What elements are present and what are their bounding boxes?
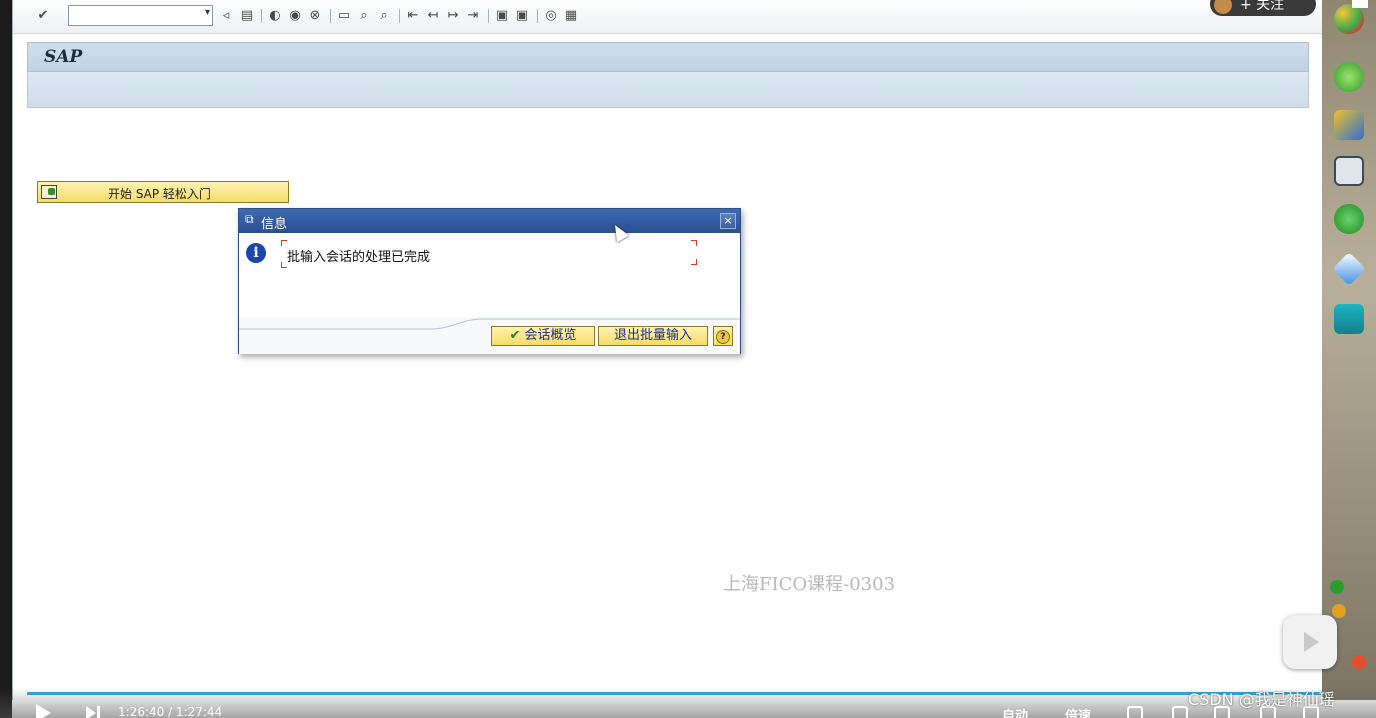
command-field[interactable]: ▾ — [68, 5, 213, 26]
help-button[interactable]: ? — [713, 326, 733, 346]
toolbar-divider — [399, 9, 400, 23]
tray-shield-icon[interactable] — [1330, 580, 1344, 594]
toolbar-divider — [261, 9, 262, 23]
desktop-app-icon[interactable] — [1334, 304, 1364, 334]
tray-app-icon[interactable] — [1332, 604, 1346, 618]
session-overview-label: 会话概览 — [524, 328, 577, 343]
next-icon-bar — [97, 706, 100, 718]
next-icon[interactable] — [86, 706, 96, 718]
desktop-app-icon[interactable] — [1332, 252, 1366, 286]
enter-document-icon — [41, 185, 57, 199]
dialog-title: 信息 — [261, 217, 288, 232]
corner-icon — [1352, 0, 1368, 8]
desktop-app-icon[interactable] — [1334, 62, 1364, 92]
print-icon[interactable]: ▭ — [336, 8, 352, 24]
first-page-icon[interactable]: ⇤ — [405, 8, 421, 24]
toolbar-divider — [537, 9, 538, 23]
follow-button[interactable]: + 关注 — [1210, 0, 1316, 16]
exit-batch-input-button[interactable]: 退出批量输入 — [598, 326, 708, 346]
enter-icon[interactable]: ✔ — [35, 8, 51, 24]
toolbar-divider — [488, 9, 489, 23]
video-progress-bar[interactable] — [27, 692, 1322, 695]
start-button-label: 开始 SAP 轻松入门 — [108, 187, 211, 201]
info-icon: i — [246, 243, 266, 263]
help-icon: ? — [716, 330, 730, 344]
wifi-icon[interactable] — [1334, 204, 1364, 234]
information-dialog: ⧉ 信息 × i 批输入会话的处理已完成 ✔ 会话概览 退出批量输入 ? — [238, 208, 741, 354]
focus-corner — [691, 259, 697, 265]
sap-window: ✔ ▾ ◃ ▤ ◐ ◉ ⊗ ▭ ⌕ ⌕ ⇤ ↤ ↦ ⇥ ▣ ▣ ◎ ▦ SAP … — [12, 0, 1323, 700]
csdn-watermark: CSDN @我是神仙瑶 — [1188, 690, 1335, 709]
left-black-strip — [0, 0, 12, 718]
last-page-icon[interactable]: ⇥ — [465, 8, 481, 24]
settings-icon[interactable] — [1172, 706, 1188, 718]
next-page-icon[interactable]: ↦ — [445, 8, 461, 24]
speed-button[interactable]: 倍速 — [1065, 705, 1091, 718]
start-sap-easy-access-button[interactable]: 开始 SAP 轻松入门 — [37, 181, 289, 203]
desktop-app-icon[interactable] — [1334, 4, 1364, 34]
checkmark-icon: ✔ — [509, 328, 521, 343]
follow-label: + 关注 — [1240, 0, 1285, 13]
tray-app-icon[interactable] — [1352, 655, 1366, 669]
volume-icon[interactable] — [1127, 706, 1143, 718]
desktop-app-icon[interactable] — [1334, 110, 1364, 140]
prev-page-icon[interactable]: ↤ — [425, 8, 441, 24]
layout-icon[interactable]: ▦ — [563, 8, 579, 24]
title-bar: SAP — [27, 42, 1309, 72]
page-title: SAP — [44, 47, 83, 67]
desktop-app-icon[interactable] — [1334, 156, 1364, 186]
session-overview-button[interactable]: ✔ 会话概览 — [491, 326, 595, 346]
cancel-icon[interactable]: ⊗ — [307, 8, 323, 24]
avatar — [1214, 0, 1232, 14]
system-toolbar: ✔ ▾ ◃ ▤ ◐ ◉ ⊗ ▭ ⌕ ⌕ ⇤ ↤ ↦ ⇥ ▣ ▣ ◎ ▦ — [13, 0, 1323, 34]
new-session-icon[interactable]: ▣ — [494, 8, 510, 24]
find-icon[interactable]: ⌕ — [356, 8, 372, 24]
dialog-title-bar[interactable]: ⧉ 信息 × — [239, 209, 740, 233]
close-icon[interactable]: × — [720, 213, 736, 229]
find-next-icon[interactable]: ⌕ — [376, 8, 392, 24]
dialog-message: 批输入会话的处理已完成 — [287, 250, 431, 265]
desktop-icon-strip — [1322, 0, 1376, 700]
exit-icon[interactable]: ◉ — [287, 8, 303, 24]
back-nav-icon[interactable]: ◐ — [267, 8, 283, 24]
video-time: 1:26:40 / 1:27:44 — [118, 705, 223, 718]
shortcut-icon[interactable]: ▣ — [514, 8, 530, 24]
play-icon[interactable] — [36, 704, 51, 718]
play-icon — [1304, 632, 1319, 652]
back-icon[interactable]: ◃ — [218, 8, 234, 24]
exit-batch-input-label: 退出批量输入 — [613, 328, 692, 343]
focus-corner — [691, 240, 697, 246]
application-toolbar — [27, 72, 1309, 108]
video-play-overlay-button[interactable] — [1283, 615, 1337, 669]
help-icon[interactable]: ◎ — [543, 8, 559, 24]
course-watermark: 上海FICO课程-0303 — [723, 574, 896, 595]
toolbar-divider — [330, 9, 331, 23]
save-icon[interactable]: ▤ — [239, 8, 255, 24]
window-icon: ⧉ — [245, 212, 254, 226]
chevron-down-icon[interactable]: ▾ — [205, 7, 210, 18]
auto-button[interactable]: 自动 — [1002, 705, 1028, 718]
